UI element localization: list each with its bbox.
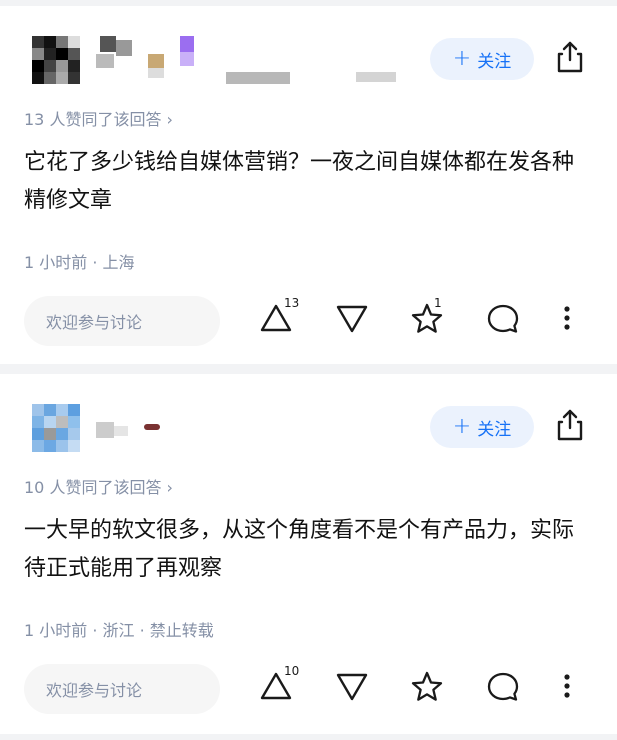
username-blurred[interactable]	[96, 36, 396, 86]
favorite-button[interactable]	[408, 668, 448, 708]
more-button[interactable]	[556, 300, 578, 340]
follow-label: 关注	[477, 51, 512, 72]
downvote-icon	[336, 673, 368, 701]
agree-count-link[interactable]: 13 人赞同了该回答 ›	[24, 106, 173, 130]
comment-input[interactable]: 欢迎参与讨论	[24, 664, 220, 714]
answer-meta: 1 小时前 · 上海	[24, 253, 135, 272]
follow-button[interactable]: + 关注	[430, 406, 534, 448]
share-icon[interactable]	[555, 40, 585, 74]
comment-input[interactable]: 欢迎参与讨论	[24, 296, 220, 346]
star-icon	[411, 671, 443, 701]
comment-button[interactable]	[484, 668, 524, 708]
more-icon	[564, 306, 570, 330]
answer-content[interactable]: 一大早的软文很多，从这个角度看不是个有产品力，实际待正式能用了再观察	[24, 512, 584, 588]
comment-icon	[487, 304, 519, 333]
avatar[interactable]	[32, 36, 80, 84]
more-button[interactable]	[556, 668, 578, 708]
favorite-button[interactable]: 1	[408, 296, 448, 340]
comment-button[interactable]	[484, 300, 524, 340]
plus-icon: +	[452, 414, 472, 439]
section-divider	[0, 364, 617, 374]
upvote-button[interactable]: 13	[258, 296, 299, 340]
downvote-button[interactable]	[334, 668, 374, 708]
downvote-icon	[336, 305, 368, 333]
agree-count-link[interactable]: 10 人赞同了该回答 ›	[24, 474, 173, 498]
follow-button[interactable]: + 关注	[430, 38, 534, 80]
avatar[interactable]	[32, 404, 80, 452]
bottom-divider	[0, 734, 617, 740]
favorite-count: 1	[434, 296, 442, 310]
upvote-count: 10	[284, 664, 300, 678]
username-blurred[interactable]	[96, 404, 176, 454]
plus-icon: +	[452, 46, 472, 71]
comment-icon	[487, 672, 519, 701]
answer-card: + 关注 10 人赞同了该回答 › 一大早的软文很多，从这个角度看不是个有产品力…	[0, 374, 617, 736]
more-icon	[564, 674, 570, 698]
upvote-button[interactable]: 10	[258, 664, 299, 708]
answer-meta: 1 小时前 · 浙江 · 禁止转载	[24, 621, 214, 640]
upvote-count: 13	[284, 296, 300, 310]
share-icon[interactable]	[555, 408, 585, 442]
answer-content[interactable]: 它花了多少钱给自媒体营销？一夜之间自媒体都在发各种精修文章	[24, 144, 584, 220]
follow-label: 关注	[477, 419, 512, 440]
downvote-button[interactable]	[334, 300, 374, 340]
answer-card: + 关注 13 人赞同了该回答 › 它花了多少钱给自媒体营销？一夜之间自媒体都在…	[0, 6, 617, 368]
